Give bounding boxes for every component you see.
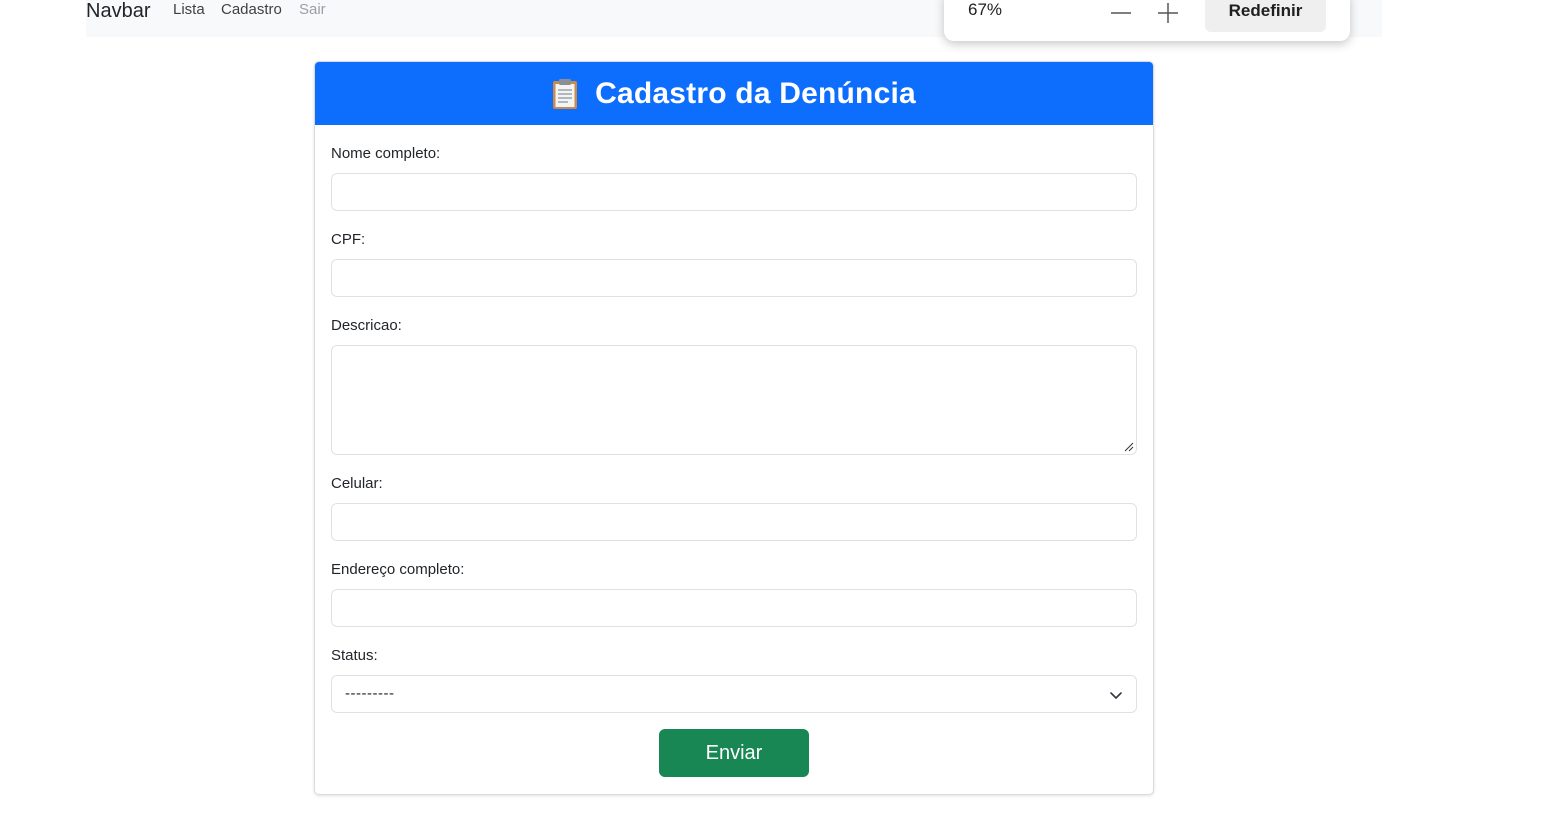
nav-link-cadastro[interactable]: Cadastro	[221, 1, 282, 19]
chevron-down-icon	[1110, 692, 1122, 699]
zoom-out-button[interactable]	[1106, 0, 1136, 24]
zoom-popup: 67% Redefinir	[944, 0, 1350, 41]
cpf-input[interactable]	[331, 259, 1137, 297]
nome-input[interactable]	[331, 173, 1137, 211]
resize-grip-icon[interactable]	[1124, 442, 1134, 452]
reset-zoom-button[interactable]: Redefinir	[1205, 0, 1326, 32]
status-label: Status:	[331, 647, 378, 664]
celular-input[interactable]	[331, 503, 1137, 541]
form-card: Cadastro da Denúncia Nome completo: CPF:…	[314, 61, 1154, 795]
nav-link-sair[interactable]: Sair	[299, 1, 326, 19]
navbar-brand[interactable]: Navbar	[86, 0, 150, 23]
form-title: Cadastro da Denúncia	[595, 76, 916, 110]
submit-button[interactable]: Enviar	[659, 729, 809, 777]
celular-label: Celular:	[331, 475, 383, 492]
zoom-level: 67%	[968, 0, 1003, 19]
clipboard-icon	[553, 78, 578, 109]
status-selected-value: ---------	[345, 685, 395, 702]
nav-link-lista[interactable]: Lista	[173, 1, 205, 19]
zoom-in-button[interactable]	[1153, 0, 1183, 24]
descricao-label: Descricao:	[331, 317, 402, 334]
endereco-input[interactable]	[331, 589, 1137, 627]
minus-icon	[1111, 12, 1131, 14]
nome-label: Nome completo:	[331, 145, 441, 162]
card-header: Cadastro da Denúncia	[315, 62, 1153, 125]
status-select[interactable]: ---------	[331, 675, 1137, 713]
cpf-label: CPF:	[331, 231, 366, 248]
plus-icon	[1158, 3, 1178, 23]
descricao-textarea[interactable]	[331, 345, 1137, 455]
endereco-label: Endereço completo:	[331, 561, 465, 578]
